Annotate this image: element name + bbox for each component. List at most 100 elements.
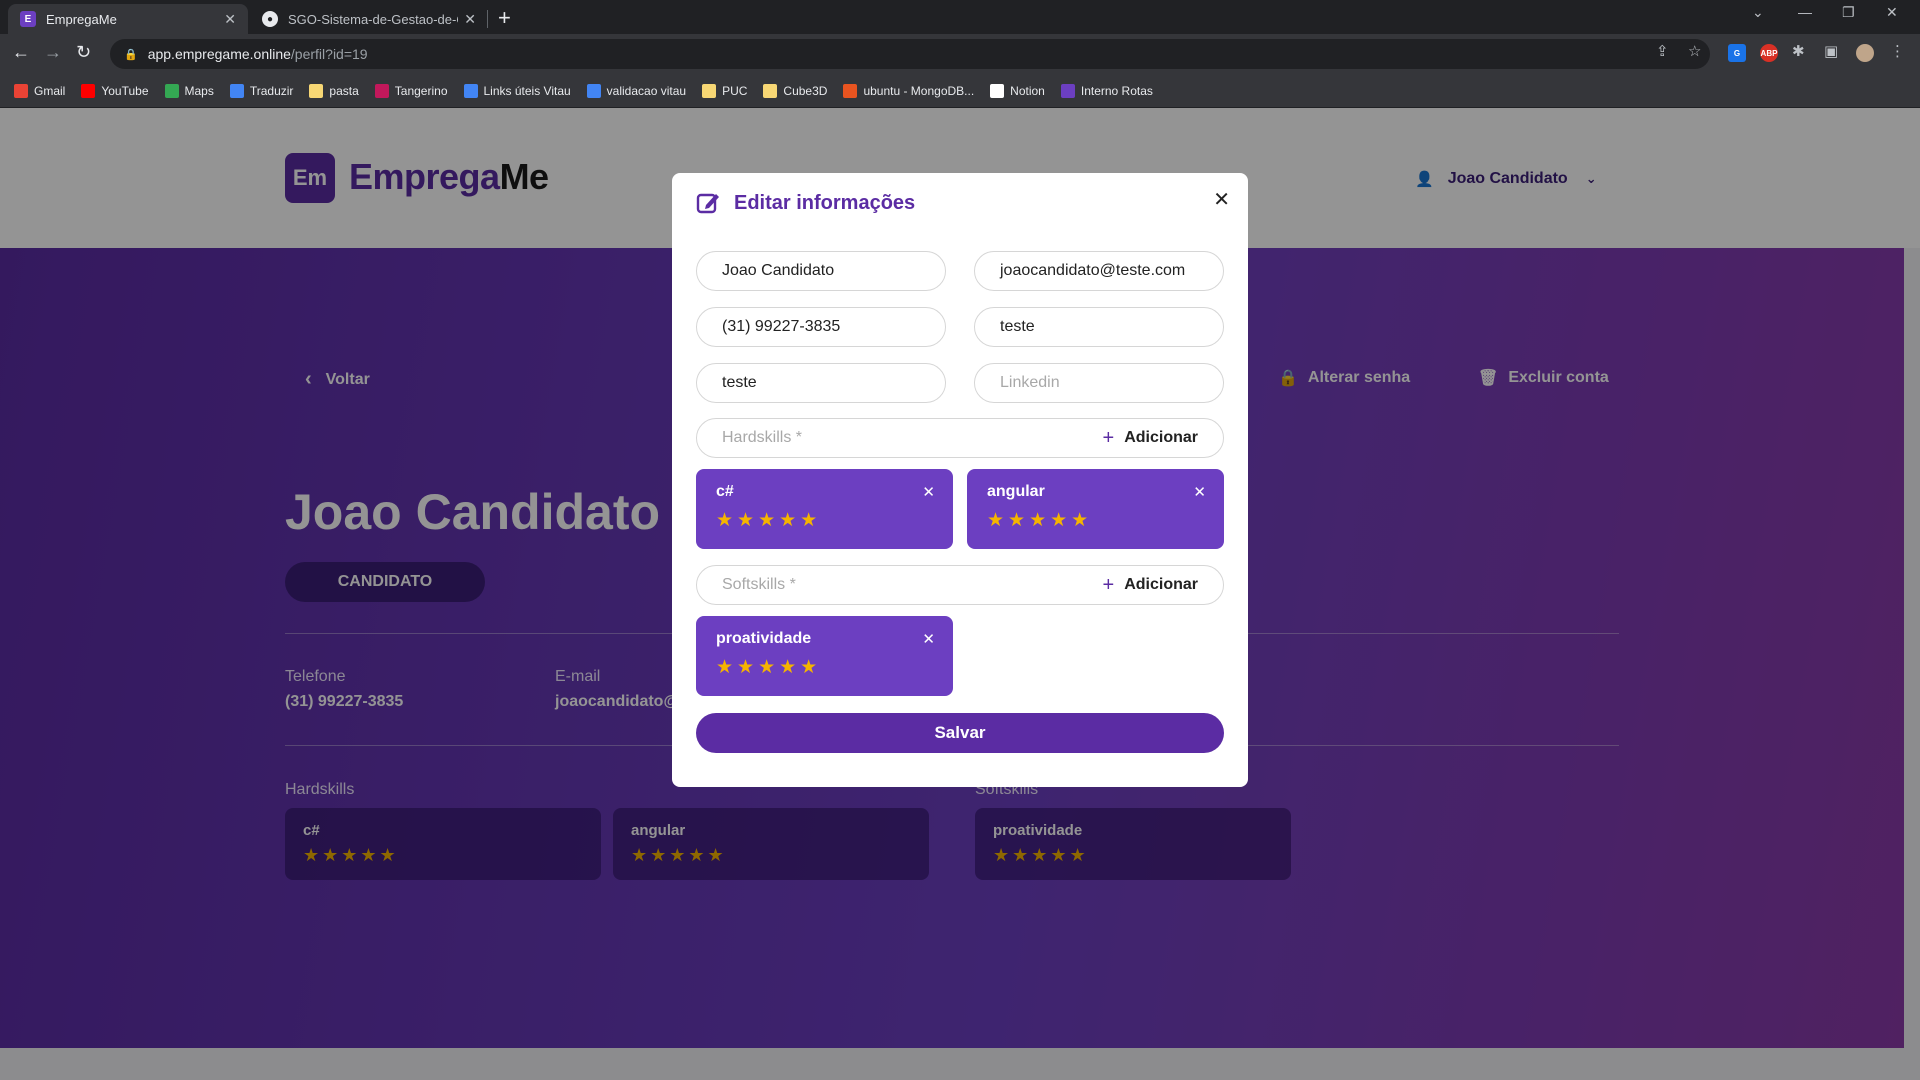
tab-search-icon[interactable]: ⌄ [1752, 4, 1764, 21]
bookmark-item[interactable]: Links úteis Vitau [463, 83, 571, 98]
tab-separator [487, 10, 488, 28]
add-label: Adicionar [1124, 576, 1198, 593]
bookmark-item[interactable]: YouTube [81, 83, 149, 98]
bookmark-item[interactable]: Gmail [14, 83, 66, 98]
address-bar[interactable]: 🔒 app.empregame.online /perfil?id=19 [110, 39, 1710, 69]
bookmark-label: YouTube [101, 83, 149, 98]
tab-title: EmpregaMe [46, 11, 117, 27]
star-rating[interactable]: ★★★★★ [716, 509, 933, 532]
close-icon[interactable]: ✕ [1213, 187, 1230, 212]
plus-icon: + [1102, 573, 1115, 596]
hardskill-chip: c# ✕ ★★★★★ [696, 469, 953, 549]
bookmark-item[interactable]: ubuntu - MongoDB... [843, 83, 975, 98]
url-path: /perfil?id=19 [290, 46, 368, 62]
bookmark-item[interactable]: PUC [702, 83, 748, 98]
chip-name: proatividade [716, 630, 812, 647]
page: Em EmpregaMe 👤 Joao Candidato ⌄ ‹ Voltar… [0, 108, 1920, 1080]
tab-title: SGO-Sistema-de-Gestao-de-ON [288, 11, 459, 27]
add-softskill-button[interactable]: + Adicionar [1103, 574, 1198, 597]
extensions-puzzle-icon[interactable]: ✱ [1792, 42, 1805, 60]
profile-avatar-icon[interactable] [1856, 44, 1874, 62]
notion-icon [990, 83, 1005, 98]
bookmark-item[interactable]: validacao vitau [586, 83, 687, 98]
new-tab-icon[interactable]: + [498, 5, 511, 31]
add-hardskill-button[interactable]: + Adicionar [1103, 427, 1198, 450]
bookmark-label: Cube3D [783, 83, 828, 98]
bookmark-item[interactable]: Cube3D [763, 83, 828, 98]
folder-icon [702, 83, 717, 98]
bookmark-label: validacao vitau [606, 83, 687, 98]
translate-icon [229, 83, 244, 98]
bookmark-item[interactable]: Notion [990, 83, 1045, 98]
link-icon [463, 83, 478, 98]
browser-toolbar: ← → ↻ 🔒 app.empregame.online /perfil?id=… [0, 34, 1920, 74]
bookmark-label: Traduzir [249, 83, 294, 98]
hardskills-placeholder: Hardskills * [722, 429, 803, 446]
hardskills-input[interactable]: Hardskills * + Adicionar [696, 418, 1224, 458]
bookmark-label: Gmail [34, 83, 66, 98]
restore-icon[interactable]: ❐ [1842, 4, 1855, 21]
bookmark-label: pasta [329, 83, 359, 98]
maps-icon [164, 83, 179, 98]
softskill-chip: proatividade ✕ ★★★★★ [696, 616, 953, 696]
softskills-input[interactable]: Softskills * + Adicionar [696, 565, 1224, 605]
bookmark-item[interactable]: Tangerino [374, 83, 448, 98]
gmail-icon [14, 83, 28, 98]
side-panel-icon[interactable]: ▣ [1824, 42, 1838, 60]
translate-extension-icon[interactable]: G [1728, 44, 1746, 62]
chip-name: c# [716, 483, 734, 500]
back-arrow-icon[interactable]: ← [12, 42, 30, 63]
bookmark-label: Notion [1010, 83, 1045, 98]
bookmark-label: ubuntu - MongoDB... [863, 83, 975, 98]
linkedin-field[interactable]: Linkedin [974, 363, 1224, 403]
folder-icon [763, 83, 778, 98]
url-host: app.empregame.online [147, 46, 291, 62]
close-tab-icon[interactable]: ✕ [224, 11, 236, 28]
tangerino-icon [374, 83, 389, 98]
share-icon[interactable]: ⇪ [1656, 42, 1669, 60]
bookmark-label: Interno Rotas [1080, 83, 1153, 98]
bookmark-label: Tangerino [394, 83, 448, 98]
tab-empregame[interactable]: E EmpregaMe ✕ [8, 4, 248, 34]
text-field[interactable]: teste [696, 363, 946, 403]
close-tab-icon[interactable]: ✕ [464, 11, 476, 28]
tab-sgo[interactable]: ● SGO-Sistema-de-Gestao-de-ON ✕ [250, 4, 488, 34]
bookmark-label: PUC [722, 83, 748, 98]
bookmark-label: Maps [184, 83, 214, 98]
browser-tabstrip: E EmpregaMe ✕ ● SGO-Sistema-de-Gestao-de… [0, 0, 1920, 34]
text-field[interactable]: teste [974, 307, 1224, 347]
modal-title-text: Editar informações [734, 191, 916, 214]
bookmark-item[interactable]: Traduzir [229, 83, 294, 98]
remove-chip-icon[interactable]: ✕ [922, 483, 935, 501]
folder-icon [309, 83, 324, 98]
save-button[interactable]: Salvar [696, 713, 1224, 753]
star-rating[interactable]: ★★★★★ [716, 656, 933, 679]
bookmark-item[interactable]: Interno Rotas [1060, 83, 1153, 98]
modal-title: Editar informações [696, 191, 915, 215]
name-field[interactable]: Joao Candidato [696, 251, 946, 291]
star-rating[interactable]: ★★★★★ [987, 509, 1204, 532]
hardskill-chip: angular ✕ ★★★★★ [967, 469, 1224, 549]
remove-chip-icon[interactable]: ✕ [1193, 483, 1206, 501]
bookmark-label: Links úteis Vitau [483, 83, 571, 98]
forward-arrow-icon[interactable]: → [44, 42, 62, 63]
remove-chip-icon[interactable]: ✕ [922, 630, 935, 648]
menu-kebab-icon[interactable]: ⋮ [1890, 42, 1905, 60]
email-field[interactable]: joaocandidato@teste.com [974, 251, 1224, 291]
phone-field[interactable]: (31) 99227-3835 [696, 307, 946, 347]
plus-icon: + [1102, 426, 1115, 449]
ubuntu-icon [843, 83, 858, 98]
bookmark-item[interactable]: Maps [164, 83, 214, 98]
reload-icon[interactable]: ↻ [76, 42, 91, 63]
link-icon [586, 83, 601, 98]
rotas-icon [1060, 83, 1075, 98]
minimize-icon[interactable]: — [1798, 4, 1812, 20]
adblock-extension-icon[interactable]: ABP [1760, 44, 1778, 62]
bookmark-star-icon[interactable]: ☆ [1688, 42, 1701, 60]
bookmarks-bar: Gmail YouTube Maps Traduzir pasta Tangerino Li… [0, 74, 1920, 108]
github-icon: ● [262, 11, 278, 27]
window-close-icon[interactable]: ✕ [1886, 4, 1898, 21]
add-label: Adicionar [1124, 429, 1198, 446]
edit-info-modal: Editar informações ✕ Joao Candidato joao… [672, 173, 1248, 787]
bookmark-item[interactable]: pasta [309, 83, 359, 98]
